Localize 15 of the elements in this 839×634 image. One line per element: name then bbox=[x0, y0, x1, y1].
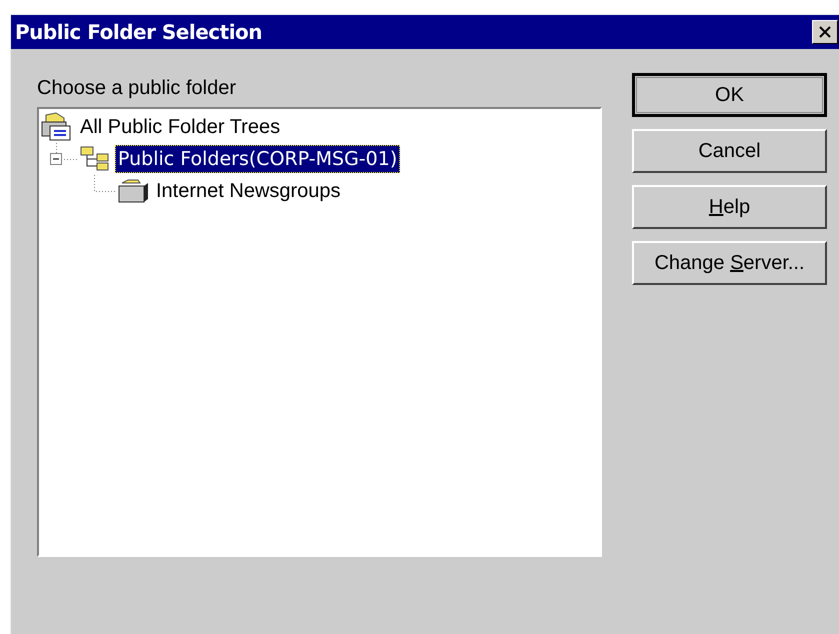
tree-item[interactable]: Internet Newsgroups bbox=[153, 177, 344, 205]
collapse-toggle[interactable] bbox=[50, 153, 62, 165]
window-title: Public Folder Selection bbox=[15, 19, 262, 46]
dialog-button[interactable]: Cancel bbox=[632, 129, 827, 173]
dialog-button[interactable]: OK bbox=[632, 73, 827, 117]
dialog-button[interactable]: Change Server... bbox=[632, 241, 827, 285]
tree-item[interactable]: Public Folders(CORP-MSG-01) bbox=[115, 145, 400, 173]
close-icon bbox=[819, 26, 831, 38]
tree-connector-line bbox=[94, 175, 116, 192]
tree-connector-line bbox=[56, 143, 78, 160]
prompt-label: Choose a public folder bbox=[37, 76, 238, 101]
dialog-button[interactable]: Help bbox=[632, 185, 827, 229]
tree-item[interactable]: All Public Folder Trees bbox=[77, 113, 284, 141]
close-button[interactable] bbox=[812, 20, 838, 44]
folder-icon bbox=[116, 177, 150, 205]
